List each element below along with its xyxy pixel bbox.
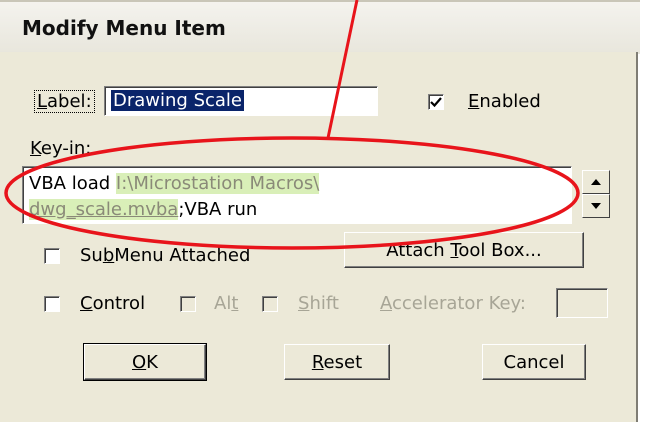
annotation-overlay: [4, 0, 580, 250]
annotation-pointer-line: [326, 0, 359, 139]
annotation-ellipse: [4, 136, 580, 250]
